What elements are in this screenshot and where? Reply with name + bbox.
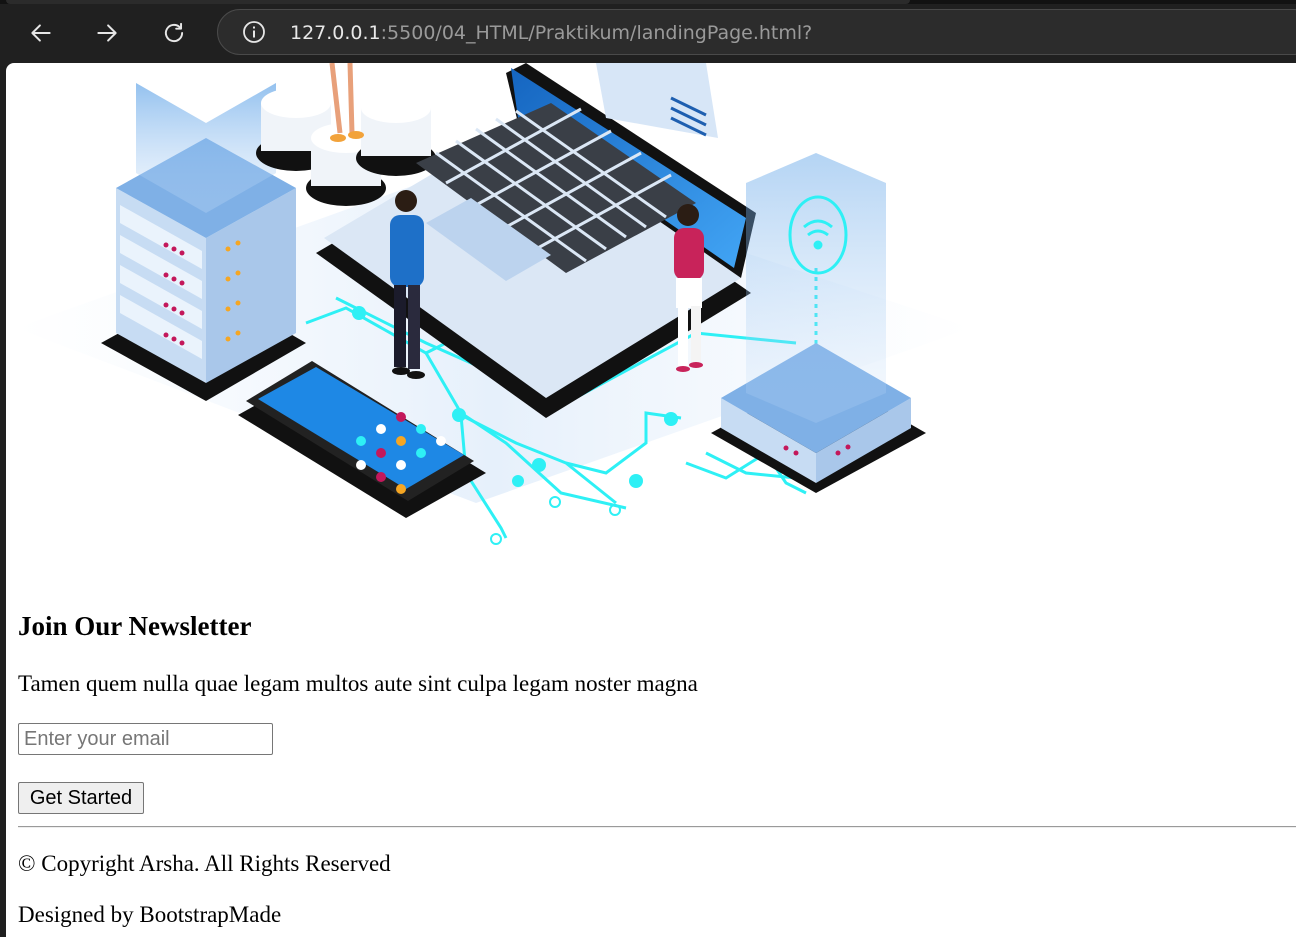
page-viewport: Join Our Newsletter Tamen quem nulla qua… — [6, 63, 1296, 937]
newsletter-heading: Join Our Newsletter — [18, 611, 252, 641]
email-input[interactable] — [18, 723, 273, 755]
forward-arrow-icon — [97, 24, 117, 42]
horizontal-divider — [18, 826, 1296, 828]
back-arrow-icon — [31, 24, 51, 42]
reload-button[interactable] — [155, 14, 193, 52]
active-tab-edge[interactable] — [6, 0, 910, 4]
url-host: 127.0.0.1 — [290, 22, 381, 44]
hero-illustration — [16, 63, 971, 545]
copyright-text: © Copyright Arsha. All Rights Reserved — [18, 851, 391, 876]
get-started-button[interactable]: Get Started — [18, 782, 144, 814]
designer-credits: Designed by BootstrapMade — [18, 902, 282, 927]
reload-icon — [164, 22, 184, 43]
url-path: :5500/04_HTML/Praktikum/landingPage.html… — [380, 22, 813, 44]
back-button[interactable] — [22, 14, 60, 52]
url-text[interactable]: 127.0.0.1:5500/04_HTML/Praktikum/landing… — [290, 21, 812, 45]
forward-button[interactable] — [88, 14, 126, 52]
site-info-icon[interactable] — [242, 20, 266, 44]
newsletter-description: Tamen quem nulla quae legam multos aute … — [18, 671, 698, 696]
browser-toolbar: 127.0.0.1:5500/04_HTML/Praktikum/landing… — [0, 0, 1296, 66]
address-bar[interactable]: 127.0.0.1:5500/04_HTML/Praktikum/landing… — [217, 9, 1296, 55]
tab-strip — [0, 0, 1296, 4]
